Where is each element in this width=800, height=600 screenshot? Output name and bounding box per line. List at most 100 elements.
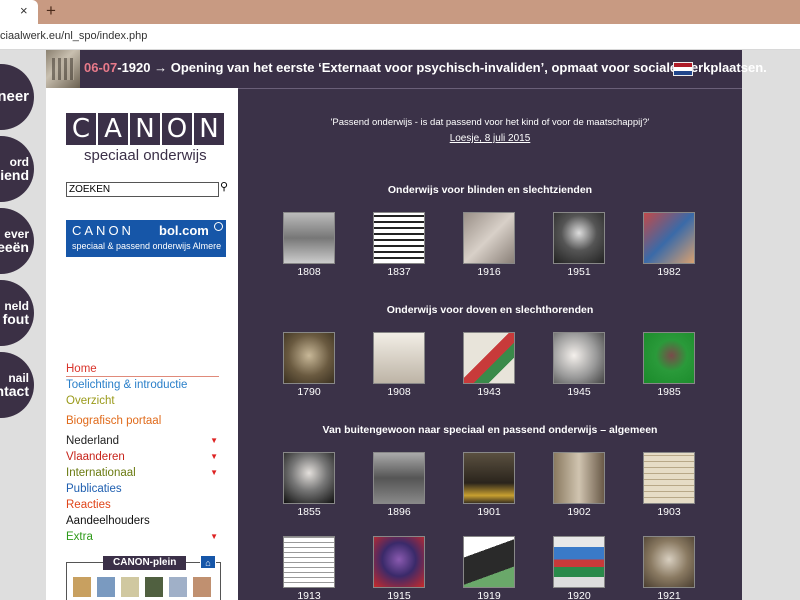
timeline-item[interactable]: 1855 (281, 452, 337, 518)
timeline-thumbnail[interactable] (283, 332, 335, 384)
timeline-year[interactable]: 1808 (281, 266, 337, 278)
side-button-ideeen[interactable]: ever eeën (0, 208, 34, 274)
timeline-thumbnail[interactable] (643, 332, 695, 384)
timeline-thumbnail[interactable] (283, 212, 335, 264)
timeline-thumbnail[interactable] (463, 536, 515, 588)
timeline-item[interactable]: 1982 (641, 212, 697, 278)
plein-thumbnail[interactable] (73, 577, 91, 597)
timeline-item[interactable]: 1901 (461, 452, 517, 518)
timeline-year[interactable]: 1896 (371, 506, 427, 518)
timeline-year[interactable]: 1902 (551, 506, 607, 518)
timeline-thumbnail[interactable] (553, 536, 605, 588)
timeline-thumbnail[interactable] (373, 332, 425, 384)
timeline-year[interactable]: 1919 (461, 590, 517, 600)
timeline-item[interactable]: 1945 (551, 332, 607, 398)
timeline-thumbnail[interactable] (373, 212, 425, 264)
side-button-meer[interactable]: neer (0, 64, 34, 130)
timeline-item[interactable]: 1943 (461, 332, 517, 398)
timeline-year[interactable]: 1790 (281, 386, 337, 398)
chevron-down-icon[interactable]: ▼ (210, 465, 218, 481)
menu-item-home[interactable]: Home (66, 361, 219, 377)
timeline-year[interactable]: 1945 (551, 386, 607, 398)
canon-plein-title[interactable]: CANON-plein (103, 556, 187, 570)
timeline-year[interactable]: 1908 (371, 386, 427, 398)
menu-item-reacties[interactable]: Reacties (66, 497, 226, 513)
side-button-contact[interactable]: nail ntact (0, 352, 34, 418)
timeline-item[interactable]: 1896 (371, 452, 427, 518)
timeline-thumbnail[interactable] (283, 536, 335, 588)
timeline-thumbnail[interactable] (283, 452, 335, 504)
timeline-item[interactable]: 1913 (281, 536, 337, 600)
timeline-year[interactable]: 1982 (641, 266, 697, 278)
dutch-flag-icon[interactable] (673, 62, 693, 76)
menu-item-toelichting[interactable]: Toelichting & introductie (66, 377, 226, 393)
timeline-thumbnail[interactable] (553, 452, 605, 504)
timeline-year[interactable]: 1916 (461, 266, 517, 278)
headline-thumbnail[interactable] (46, 50, 80, 88)
menu-item-internationaal[interactable]: Internationaal ▼ (66, 465, 226, 481)
menu-item-vlaanderen[interactable]: Vlaanderen ▼ (66, 449, 226, 465)
new-tab-icon[interactable]: + (46, 1, 56, 21)
close-tab-icon[interactable]: × (20, 3, 28, 18)
timeline-year[interactable]: 1837 (371, 266, 427, 278)
menu-item-biografisch[interactable]: Biografisch portaal (66, 413, 226, 429)
plein-thumbnail[interactable] (169, 577, 187, 597)
timeline-year[interactable]: 1913 (281, 590, 337, 600)
chevron-down-icon[interactable]: ▼ (210, 433, 218, 449)
timeline-item[interactable]: 1915 (371, 536, 427, 600)
address-bar[interactable]: ciaalwerk.eu/nl_spo/index.php (0, 24, 800, 50)
timeline-thumbnail[interactable] (373, 452, 425, 504)
timeline-thumbnail[interactable] (553, 332, 605, 384)
timeline-thumbnail[interactable] (643, 536, 695, 588)
timeline-item[interactable]: 1808 (281, 212, 337, 278)
timeline-thumbnail[interactable] (643, 452, 695, 504)
timeline-thumbnail[interactable] (463, 332, 515, 384)
canon-logo[interactable]: C A N O N (66, 113, 224, 145)
plein-thumbnail[interactable] (193, 577, 211, 597)
timeline-item[interactable]: 1902 (551, 452, 607, 518)
side-button-meld-fout[interactable]: neld n fout (0, 280, 34, 346)
timeline-year[interactable]: 1920 (551, 590, 607, 600)
menu-item-aandeelhouders[interactable]: Aandeelhouders (66, 513, 226, 529)
menu-item-nederland[interactable]: Nederland ▼ (66, 433, 226, 449)
timeline-item[interactable]: 1919 (461, 536, 517, 600)
timeline-year[interactable]: 1985 (641, 386, 697, 398)
timeline-thumbnail[interactable] (463, 452, 515, 504)
timeline-item[interactable]: 1908 (371, 332, 427, 398)
timeline-year[interactable]: 1951 (551, 266, 607, 278)
url-text[interactable]: ciaalwerk.eu/nl_spo/index.php (0, 30, 147, 42)
timeline-year[interactable]: 1921 (641, 590, 697, 600)
timeline-thumbnail[interactable] (463, 212, 515, 264)
menu-item-publicaties[interactable]: Publicaties (66, 481, 226, 497)
timeline-item[interactable]: 1916 (461, 212, 517, 278)
menu-item-extra[interactable]: Extra ▼ (66, 529, 226, 545)
menu-item-overzicht[interactable]: Overzicht (66, 393, 226, 409)
timeline-year[interactable]: 1915 (371, 590, 427, 600)
chevron-down-icon[interactable]: ▼ (210, 449, 218, 465)
timeline-year[interactable]: 1943 (461, 386, 517, 398)
timeline-thumbnail[interactable] (553, 212, 605, 264)
timeline-year[interactable]: 1855 (281, 506, 337, 518)
plein-thumbnail[interactable] (97, 577, 115, 597)
timeline-item[interactable]: 1790 (281, 332, 337, 398)
timeline-thumbnail[interactable] (643, 212, 695, 264)
timeline-item[interactable]: 1985 (641, 332, 697, 398)
timeline-item[interactable]: 1921 (641, 536, 697, 600)
home-icon[interactable]: ⌂ (200, 555, 216, 569)
search-icon[interactable]: ⚲ (220, 180, 228, 193)
timeline-item[interactable]: 1920 (551, 536, 607, 600)
timeline-item[interactable]: 1951 (551, 212, 607, 278)
chevron-down-icon[interactable]: ▼ (210, 529, 218, 545)
browser-tab[interactable]: × (0, 0, 38, 24)
quote-source-link[interactable]: Loesje, 8 juli 2015 (238, 133, 742, 144)
headline-link[interactable]: 06-07-1920 → Opening van het eerste ‘Ext… (84, 60, 767, 75)
plein-thumbnail[interactable] (121, 577, 139, 597)
search-input[interactable]: ZOEKEN (66, 182, 219, 197)
plein-thumbnail[interactable] (145, 577, 163, 597)
bol-com-banner[interactable]: CANON bol.com speciaal & passend onderwi… (66, 220, 226, 257)
side-button-woord[interactable]: ord iend (0, 136, 34, 202)
timeline-thumbnail[interactable] (373, 536, 425, 588)
timeline-year[interactable]: 1903 (641, 506, 697, 518)
timeline-year[interactable]: 1901 (461, 506, 517, 518)
timeline-item[interactable]: 1837 (371, 212, 427, 278)
